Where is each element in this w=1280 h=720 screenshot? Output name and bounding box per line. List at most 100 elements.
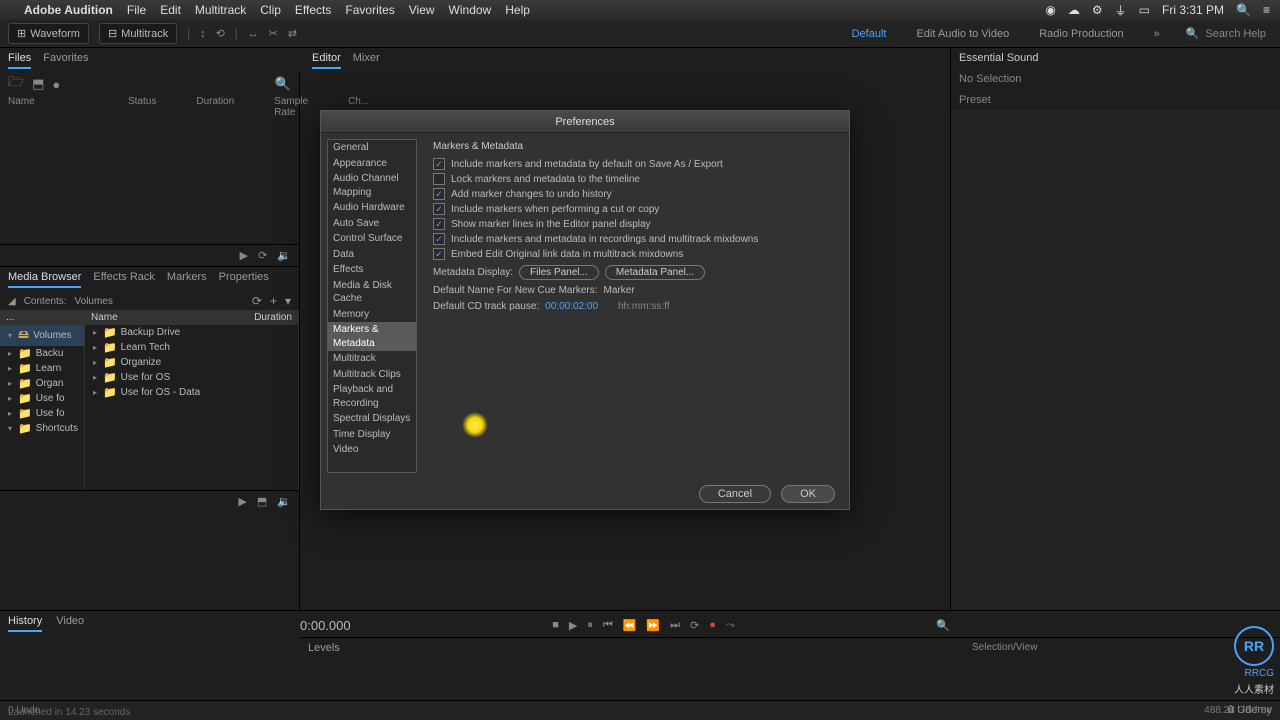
rewind-button[interactable]: ⏮ xyxy=(603,619,613,632)
stop-button[interactable]: ■ xyxy=(552,619,559,631)
levels-label[interactable]: Levels xyxy=(308,642,340,654)
search-icon[interactable]: 🔍 xyxy=(275,76,291,92)
contents-value[interactable]: Volumes xyxy=(75,296,113,307)
pause-button[interactable]: ⏸ xyxy=(587,619,593,632)
checkbox[interactable] xyxy=(433,188,445,200)
list-item[interactable]: ▸📁Use for OS xyxy=(85,370,298,385)
wifi-icon[interactable]: ⏚ xyxy=(1115,2,1127,19)
tab-video[interactable]: Video xyxy=(56,615,84,632)
open-file-icon[interactable]: 🗁 xyxy=(8,73,24,95)
cloud-icon[interactable]: ☁ xyxy=(1068,3,1080,17)
loop-button[interactable]: ⟳ xyxy=(690,619,699,632)
play-icon[interactable]: ▶ xyxy=(238,495,246,508)
checkbox-row[interactable]: Include markers when performing a cut or… xyxy=(433,203,839,215)
shortcuts-row[interactable]: ▾📁Shortcuts xyxy=(0,421,84,436)
workspace-edit-audio[interactable]: Edit Audio to Video xyxy=(906,25,1019,43)
checkbox-row[interactable]: Include markers and metadata by default … xyxy=(433,158,839,170)
default-cue-name-value[interactable]: Marker xyxy=(604,285,635,296)
tool-move-icon[interactable]: ↔ xyxy=(248,28,259,40)
checkbox[interactable] xyxy=(433,158,445,170)
volumes-root[interactable]: ▾🖴Volumes xyxy=(0,325,84,346)
ff-button[interactable]: ⏪ xyxy=(623,619,637,632)
checkbox[interactable] xyxy=(433,233,445,245)
list-item[interactable]: ▸📁Organ xyxy=(0,376,84,391)
waveform-mode-button[interactable]: ⊞Waveform xyxy=(8,23,89,44)
tool-slip-icon[interactable]: ⇄ xyxy=(288,27,297,40)
workspace-more[interactable]: » xyxy=(1144,25,1170,43)
prefs-category[interactable]: Spectral Displays xyxy=(328,411,416,427)
prefs-category[interactable]: Data xyxy=(328,247,416,263)
prefs-category[interactable]: Appearance xyxy=(328,156,416,172)
menu-window[interactable]: Window xyxy=(449,3,492,17)
prefs-category[interactable]: Control Surface xyxy=(328,231,416,247)
skip-button[interactable]: ⤳ xyxy=(726,619,735,632)
col-sample-rate[interactable]: Sample Rate xyxy=(274,96,308,114)
checkbox-row[interactable]: Add marker changes to undo history xyxy=(433,188,839,200)
menu-file[interactable]: File xyxy=(127,3,146,17)
spotlight-icon[interactable]: 🔍 xyxy=(1236,3,1251,17)
col-right-name[interactable]: Name xyxy=(91,312,118,323)
tool-icon[interactable]: ↕ xyxy=(200,28,206,40)
tab-effects-rack[interactable]: Effects Rack xyxy=(93,271,155,288)
preset-label[interactable]: Preset xyxy=(951,90,1280,110)
menu-multitrack[interactable]: Multitrack xyxy=(195,3,246,17)
prefs-category[interactable]: Time Display xyxy=(328,427,416,443)
list-item[interactable]: ▸📁Organize xyxy=(85,355,298,370)
ok-button[interactable]: OK xyxy=(781,485,835,503)
menu-clip[interactable]: Clip xyxy=(260,3,281,17)
tab-markers[interactable]: Markers xyxy=(167,271,207,288)
status-icon[interactable]: ◉ xyxy=(1045,3,1055,17)
add-icon[interactable]: + xyxy=(270,294,277,308)
tab-history[interactable]: History xyxy=(8,615,42,632)
multitrack-mode-button[interactable]: ⊟Multitrack xyxy=(99,23,177,44)
cd-pause-value[interactable]: 00:00:02:00 xyxy=(545,301,598,312)
prefs-category[interactable]: Auto Save xyxy=(328,216,416,232)
shield-icon[interactable]: ⚙ xyxy=(1092,3,1103,17)
workspace-radio[interactable]: Radio Production xyxy=(1029,25,1133,43)
workspace-default[interactable]: Default xyxy=(842,25,897,43)
record-icon[interactable]: ● xyxy=(52,77,60,92)
play-button[interactable]: ▶ xyxy=(569,619,577,632)
prefs-category[interactable]: Memory xyxy=(328,307,416,323)
prefs-category[interactable]: Multitrack xyxy=(328,351,416,367)
menu-favorites[interactable]: Favorites xyxy=(345,3,394,17)
tab-properties[interactable]: Properties xyxy=(219,271,269,288)
checkbox[interactable] xyxy=(433,203,445,215)
new-file-icon[interactable]: ⬒ xyxy=(32,76,44,92)
tab-favorites[interactable]: Favorites xyxy=(43,52,88,69)
checkbox-row[interactable]: Embed Edit Original link data in multitr… xyxy=(433,248,839,260)
selection-view-label[interactable]: Selection/View xyxy=(972,642,1037,653)
checkbox[interactable] xyxy=(433,173,445,185)
zoom-icon[interactable]: 🔍 xyxy=(936,619,950,632)
battery-icon[interactable]: ▭ xyxy=(1139,3,1150,17)
prefs-category[interactable]: Audio Channel Mapping xyxy=(328,171,416,200)
prefs-category[interactable]: Markers & Metadata xyxy=(328,322,416,351)
volume-icon[interactable]: 🔉 xyxy=(277,495,291,508)
search-help[interactable]: 🔍 Search Help xyxy=(1180,27,1272,40)
col-right-duration[interactable]: Duration xyxy=(254,312,292,323)
checkbox[interactable] xyxy=(433,218,445,230)
menu-help[interactable]: Help xyxy=(505,3,530,17)
files-panel-button[interactable]: Files Panel... xyxy=(519,265,599,280)
list-item[interactable]: ▸📁Use fo xyxy=(0,391,84,406)
menu-effects[interactable]: Effects xyxy=(295,3,331,17)
checkbox-row[interactable]: Lock markers and metadata to the timelin… xyxy=(433,173,839,185)
checkbox-row[interactable]: Include markers and metadata in recordin… xyxy=(433,233,839,245)
col-status[interactable]: Status xyxy=(128,96,156,114)
tab-files[interactable]: Files xyxy=(8,52,31,69)
clock[interactable]: Fri 3:31 PM xyxy=(1162,3,1224,17)
panel-title[interactable]: Essential Sound xyxy=(951,48,1280,68)
prefs-category[interactable]: Playback and Recording xyxy=(328,382,416,411)
col-left-header[interactable]: ... xyxy=(6,312,14,323)
list-item[interactable]: ▸📁Use fo xyxy=(0,406,84,421)
prefs-category[interactable]: General xyxy=(328,140,416,156)
list-item[interactable]: ▸📁Learn xyxy=(0,361,84,376)
import-icon[interactable]: ⬒ xyxy=(257,495,267,508)
time-display[interactable]: 0:00.000 xyxy=(300,618,351,633)
list-item[interactable]: ▸📁Use for OS - Data xyxy=(85,385,298,400)
menu-edit[interactable]: Edit xyxy=(160,3,181,17)
menu-icon[interactable]: ≡ xyxy=(1263,3,1270,17)
col-duration[interactable]: Duration xyxy=(196,96,234,114)
tab-editor[interactable]: Editor xyxy=(312,52,341,69)
record-button[interactable]: ● xyxy=(709,619,716,631)
